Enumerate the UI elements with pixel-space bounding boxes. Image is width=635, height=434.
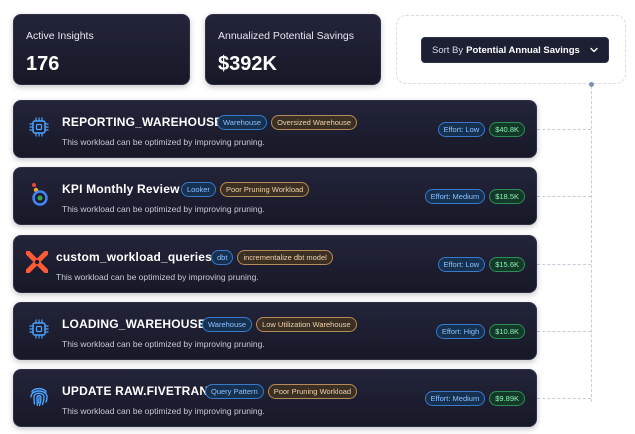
insight-metrics: Effort: High $10.8K — [435, 324, 525, 339]
insight-card[interactable]: custom_workload_queries dbt incrementali… — [13, 235, 537, 293]
insight-title: custom_workload_queries — [56, 250, 212, 264]
potential-savings-card: Annualized Potential Savings $392K — [205, 14, 381, 85]
insight-title: KPI Monthly Review — [62, 182, 180, 196]
connector-branch — [537, 196, 591, 197]
workload-type-badge: Looker — [181, 182, 216, 197]
sort-dropdown[interactable]: Sort By Potential Annual Savings — [421, 37, 609, 63]
insight-card[interactable]: UPDATE RAW.FIVETRAN Query Pattern Poor P… — [13, 369, 537, 427]
connector-line — [591, 86, 592, 402]
connector-branch — [537, 398, 591, 399]
sort-value: Potential Annual Savings — [466, 44, 580, 56]
effort-badge: Effort: Medium — [424, 189, 486, 204]
dbt-icon — [26, 251, 48, 273]
savings-badge: $40.8K — [489, 122, 525, 137]
looker-icon — [32, 183, 48, 206]
effort-badge: Effort: Medium — [424, 391, 486, 406]
savings-badge: $9.89K — [489, 391, 525, 406]
insight-title: LOADING_WAREHOUSE — [62, 317, 207, 331]
insight-metrics: Effort: Low $15.6K — [437, 257, 525, 272]
insight-tags: Warehouse Oversized Warehouse — [217, 115, 357, 130]
connector-branch — [537, 331, 591, 332]
workload-type-badge: Warehouse — [202, 317, 253, 332]
workload-type-badge: Warehouse — [217, 115, 268, 130]
insight-tags: Looker Poor Pruning Workload — [181, 182, 310, 197]
workload-type-badge: Query Pattern — [205, 384, 264, 399]
issue-badge: Oversized Warehouse — [271, 115, 357, 130]
savings-badge: $15.6K — [489, 257, 525, 272]
savings-badge: $18.5K — [489, 189, 525, 204]
issue-badge: Poor Pruning Workload — [267, 384, 358, 399]
insight-card[interactable]: KPI Monthly Review Looker Poor Pruning W… — [13, 167, 537, 225]
workload-type-badge: dbt — [211, 250, 234, 265]
insight-title: REPORTING_WAREHOUSE — [62, 115, 223, 129]
insight-metrics: Effort: Medium $18.5K — [424, 189, 525, 204]
insight-card[interactable]: REPORTING_WAREHOUSE Warehouse Oversized … — [13, 100, 537, 158]
issue-badge: Low Utilization Warehouse — [256, 317, 357, 332]
active-insights-card: Active Insights 176 — [13, 14, 190, 85]
savings-badge: $10.8K — [489, 324, 525, 339]
sort-prefix: Sort By — [432, 44, 464, 56]
chip-icon — [29, 117, 49, 137]
insight-card[interactable]: LOADING_WAREHOUSE Warehouse Low Utilizat… — [13, 302, 537, 360]
active-insights-label: Active Insights — [26, 30, 94, 42]
insight-title: UPDATE RAW.FIVETRAN — [62, 384, 209, 398]
potential-savings-label: Annualized Potential Savings — [218, 30, 355, 42]
effort-badge: Effort: High — [435, 324, 486, 339]
insight-metrics: Effort: Low $40.8K — [437, 122, 525, 137]
insight-description: This workload can be optimized by improv… — [62, 406, 265, 416]
insight-tags: dbt incrementalize dbt model — [211, 250, 333, 265]
insight-description: This workload can be optimized by improv… — [56, 272, 259, 282]
issue-badge: incrementalize dbt model — [237, 250, 333, 265]
effort-badge: Effort: Low — [437, 122, 486, 137]
fingerprint-icon — [30, 387, 48, 407]
insight-description: This workload can be optimized by improv… — [62, 204, 265, 214]
insight-tags: Query Pattern Poor Pruning Workload — [205, 384, 358, 399]
issue-badge: Poor Pruning Workload — [219, 182, 310, 197]
insight-description: This workload can be optimized by improv… — [62, 137, 265, 147]
insight-metrics: Effort: Medium $9.89K — [424, 391, 525, 406]
active-insights-value: 176 — [26, 53, 60, 75]
effort-badge: Effort: Low — [437, 257, 486, 272]
insight-description: This workload can be optimized by improv… — [62, 339, 265, 349]
potential-savings-value: $392K — [218, 53, 277, 75]
connector-dot — [589, 82, 594, 87]
insight-tags: Warehouse Low Utilization Warehouse — [202, 317, 357, 332]
chevron-down-icon — [590, 47, 598, 53]
connector-branch — [537, 264, 591, 265]
chip-icon — [29, 319, 49, 339]
connector-branch — [537, 129, 591, 130]
